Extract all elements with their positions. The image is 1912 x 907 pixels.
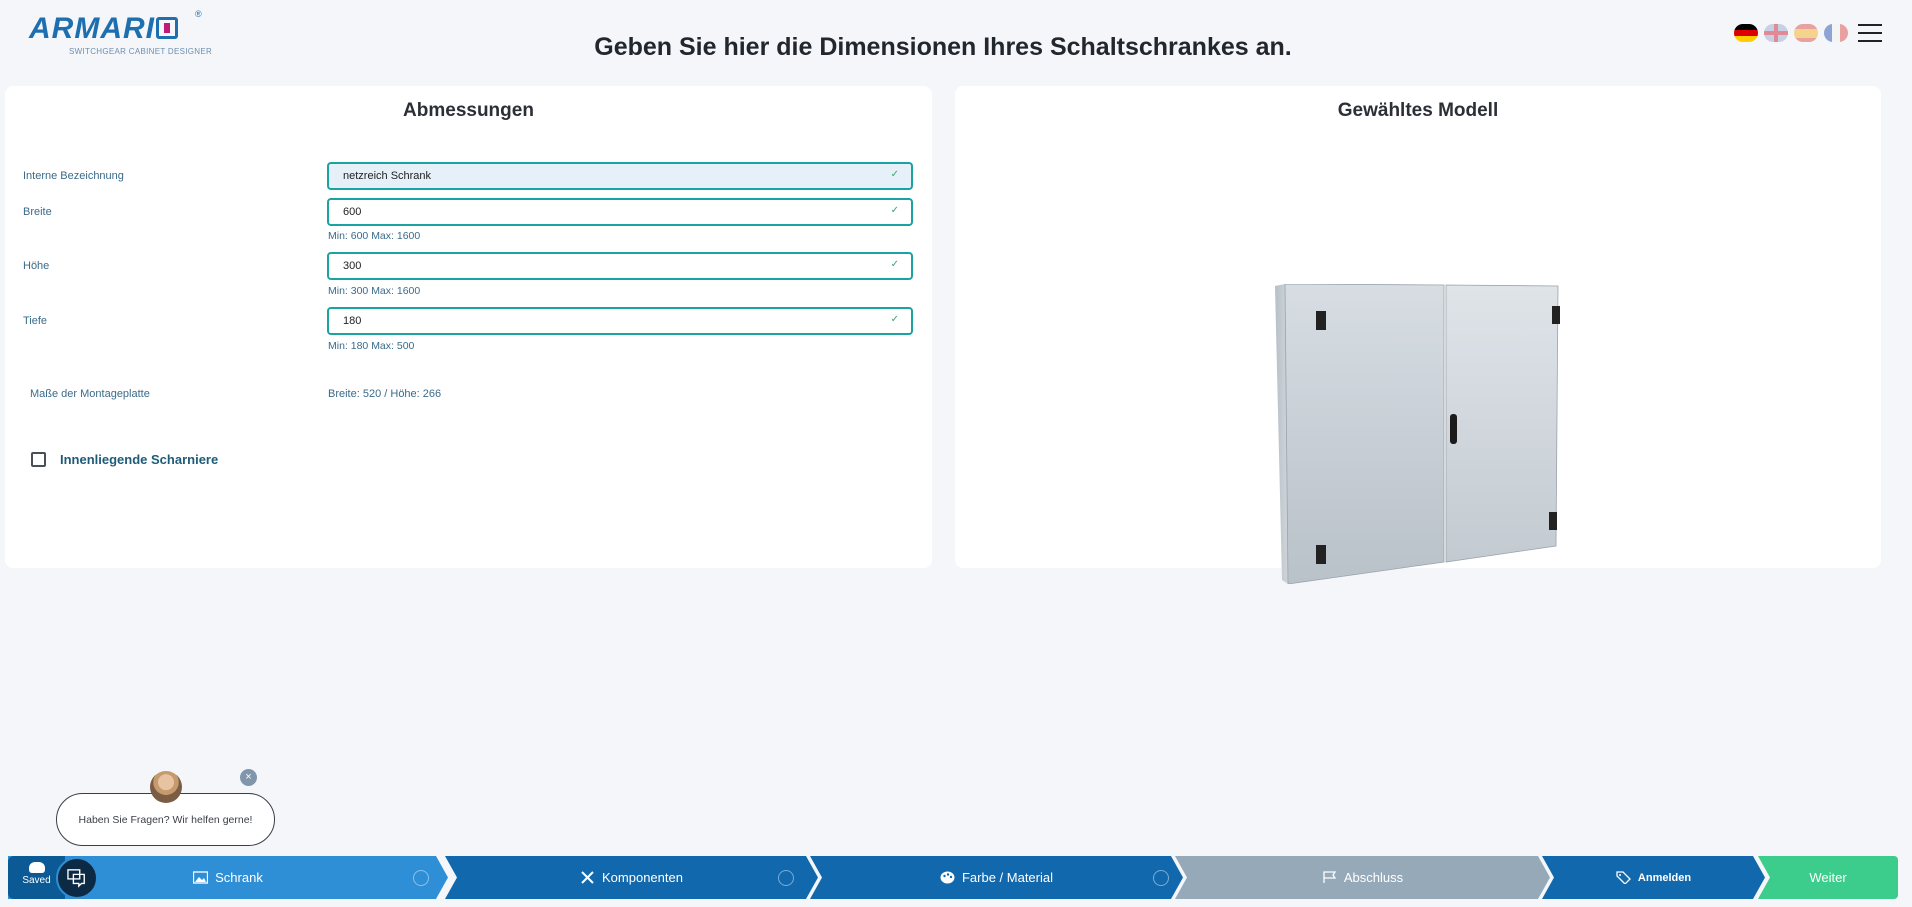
check-icon: ✓ [890, 314, 899, 325]
saved-label: Saved [22, 875, 51, 886]
tag-icon [1616, 871, 1631, 884]
cabinet-model-image [1275, 284, 1560, 584]
flag-icon [1323, 871, 1337, 883]
width-value: 600 [343, 206, 362, 218]
internal-name-value: netzreich Schrank [343, 170, 432, 182]
step-label: Anmelden [1637, 871, 1692, 884]
field-label-internal-name: Interne Bezeichnung [23, 170, 124, 182]
step-label: Abschluss [1343, 870, 1404, 885]
chat-button[interactable] [56, 857, 98, 899]
step-anmelden[interactable]: Anmelden [1542, 856, 1765, 899]
field-label-width: Breite [23, 206, 52, 218]
step-status-icon [413, 870, 429, 886]
language-switcher [1734, 24, 1848, 42]
model-title: Gewähltes Modell [1337, 100, 1499, 121]
inner-hinges-option[interactable]: Innenliegende Scharniere [31, 452, 218, 467]
mounting-plate-label: Maße der Montageplatte [30, 388, 150, 400]
step-komponenten[interactable]: Komponenten [445, 856, 818, 899]
inner-hinges-label: Innenliegende Scharniere [60, 452, 219, 467]
logo-registered: ® [195, 9, 202, 19]
internal-name-select[interactable]: netzreich Schrank ✓ [327, 162, 913, 190]
step-navigation: Schrank Komponenten Farbe / Material Abs… [8, 856, 1898, 899]
chat-icon [67, 869, 85, 888]
close-icon[interactable]: × [240, 769, 257, 786]
width-select[interactable]: 600 ✓ [327, 198, 913, 226]
dimensions-title: Abmessungen [403, 100, 534, 121]
image-icon [193, 871, 209, 884]
step-status-icon [1153, 870, 1169, 886]
support-avatar [150, 771, 182, 803]
field-label-height: Höhe [23, 260, 50, 272]
next-button[interactable]: Weiter [1758, 856, 1898, 899]
check-icon: ✓ [890, 205, 899, 216]
inner-hinges-checkbox[interactable] [31, 452, 46, 467]
flag-es-icon[interactable] [1794, 24, 1818, 42]
step-abschluss[interactable]: Abschluss [1175, 856, 1550, 899]
check-icon: ✓ [890, 259, 899, 270]
field-label-depth: Tiefe [23, 315, 48, 327]
check-icon: ✓ [890, 169, 899, 180]
palette-icon [940, 871, 955, 884]
step-label: Schrank [215, 870, 263, 885]
height-hint: Min: 300 Max: 1600 [328, 285, 421, 297]
page-title: Geben Sie hier die Dimensionen Ihres Sch… [594, 33, 1292, 61]
height-select[interactable]: 300 ✓ [327, 252, 913, 280]
height-value: 300 [343, 260, 362, 272]
step-status-icon [778, 870, 794, 886]
cloud-upload-icon [28, 862, 45, 873]
next-button-label: Weiter [1809, 870, 1847, 885]
step-label: Farbe / Material [961, 870, 1054, 885]
tools-icon [581, 871, 594, 884]
flag-de-icon[interactable] [1734, 24, 1758, 42]
hamburger-menu-icon[interactable] [1858, 24, 1882, 42]
mounting-plate-value: Breite: 520 / Höhe: 266 [328, 388, 442, 400]
dimensions-panel: Abmessungen Interne Bezeichnung netzreic… [5, 86, 932, 568]
depth-hint: Min: 180 Max: 500 [328, 340, 415, 352]
flag-fr-icon[interactable] [1824, 24, 1848, 42]
depth-select[interactable]: 180 ✓ [327, 307, 913, 335]
step-label: Komponenten [602, 870, 683, 885]
depth-value: 180 [343, 315, 362, 327]
step-farbe-material[interactable]: Farbe / Material [810, 856, 1183, 899]
width-hint: Min: 600 Max: 1600 [328, 230, 421, 242]
flag-gb-icon[interactable] [1764, 24, 1788, 42]
